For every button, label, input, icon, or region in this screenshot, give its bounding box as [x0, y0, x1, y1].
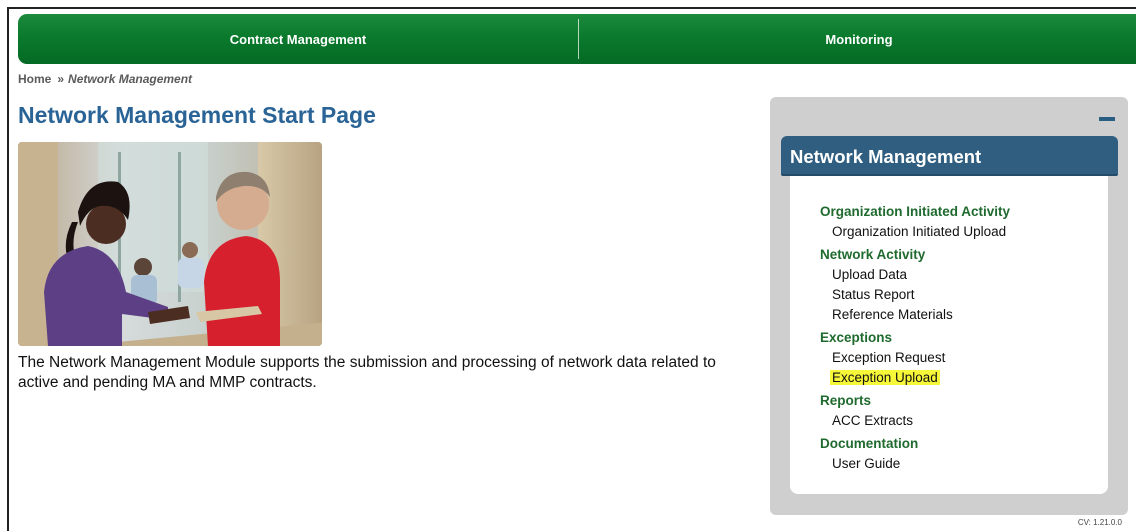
panel-menu: Organization Initiated Activity Organiza… — [820, 202, 1010, 474]
version-label: CV: 1.21.0.0 — [1077, 518, 1122, 527]
menu-item-label: Exception Request — [832, 350, 946, 365]
menu-item-label: Organization Initiated Upload — [832, 224, 1007, 239]
menu-item-exception-request[interactable]: Exception Request — [830, 348, 1010, 368]
hero-photo — [18, 142, 322, 346]
menu-item-label: Status Report — [832, 287, 915, 302]
panel-title: Network Management — [781, 136, 1118, 176]
breadcrumb: Home » Network Management — [18, 72, 192, 86]
reception-scene-image — [18, 142, 322, 346]
menu-item-acc-extracts[interactable]: ACC Extracts — [830, 411, 1010, 431]
menu-item-organization-initiated-upload[interactable]: Organization Initiated Upload — [830, 222, 1010, 242]
section-documentation: Documentation — [820, 436, 919, 451]
breadcrumb-separator: » — [57, 72, 65, 86]
section-exceptions: Exceptions — [820, 330, 893, 345]
breadcrumb-current: Network Management — [68, 72, 193, 86]
breadcrumb-home-link[interactable]: Home — [18, 72, 51, 86]
menu-item-label: User Guide — [832, 456, 901, 471]
section-reports: Reports — [820, 393, 872, 408]
menu-item-label: Reference Materials — [832, 307, 953, 322]
section-network-activity: Network Activity — [820, 247, 926, 262]
menu-item-user-guide[interactable]: User Guide — [830, 454, 1010, 474]
menu-item-upload-data[interactable]: Upload Data — [830, 265, 1010, 285]
collapse-minus-icon[interactable] — [1099, 117, 1115, 121]
menu-item-label: Exception Upload — [830, 370, 940, 385]
menu-item-label: Upload Data — [832, 267, 908, 282]
intro-paragraph: The Network Management Module supports t… — [18, 354, 716, 391]
nav-divider — [578, 19, 579, 59]
page-title: Network Management Start Page — [18, 102, 376, 128]
section-organization-initiated-activity: Organization Initiated Activity — [820, 204, 1011, 219]
tab-monitoring[interactable]: Monitoring — [579, 14, 1136, 64]
menu-item-label: ACC Extracts — [832, 413, 914, 428]
tab-contract-management[interactable]: Contract Management — [18, 14, 578, 64]
menu-item-exception-upload[interactable]: Exception Upload — [830, 368, 1010, 388]
menu-item-status-report[interactable]: Status Report — [830, 285, 1010, 305]
menu-item-reference-materials[interactable]: Reference Materials — [830, 305, 1010, 325]
top-navigation: Contract Management Monitoring — [18, 14, 1136, 64]
